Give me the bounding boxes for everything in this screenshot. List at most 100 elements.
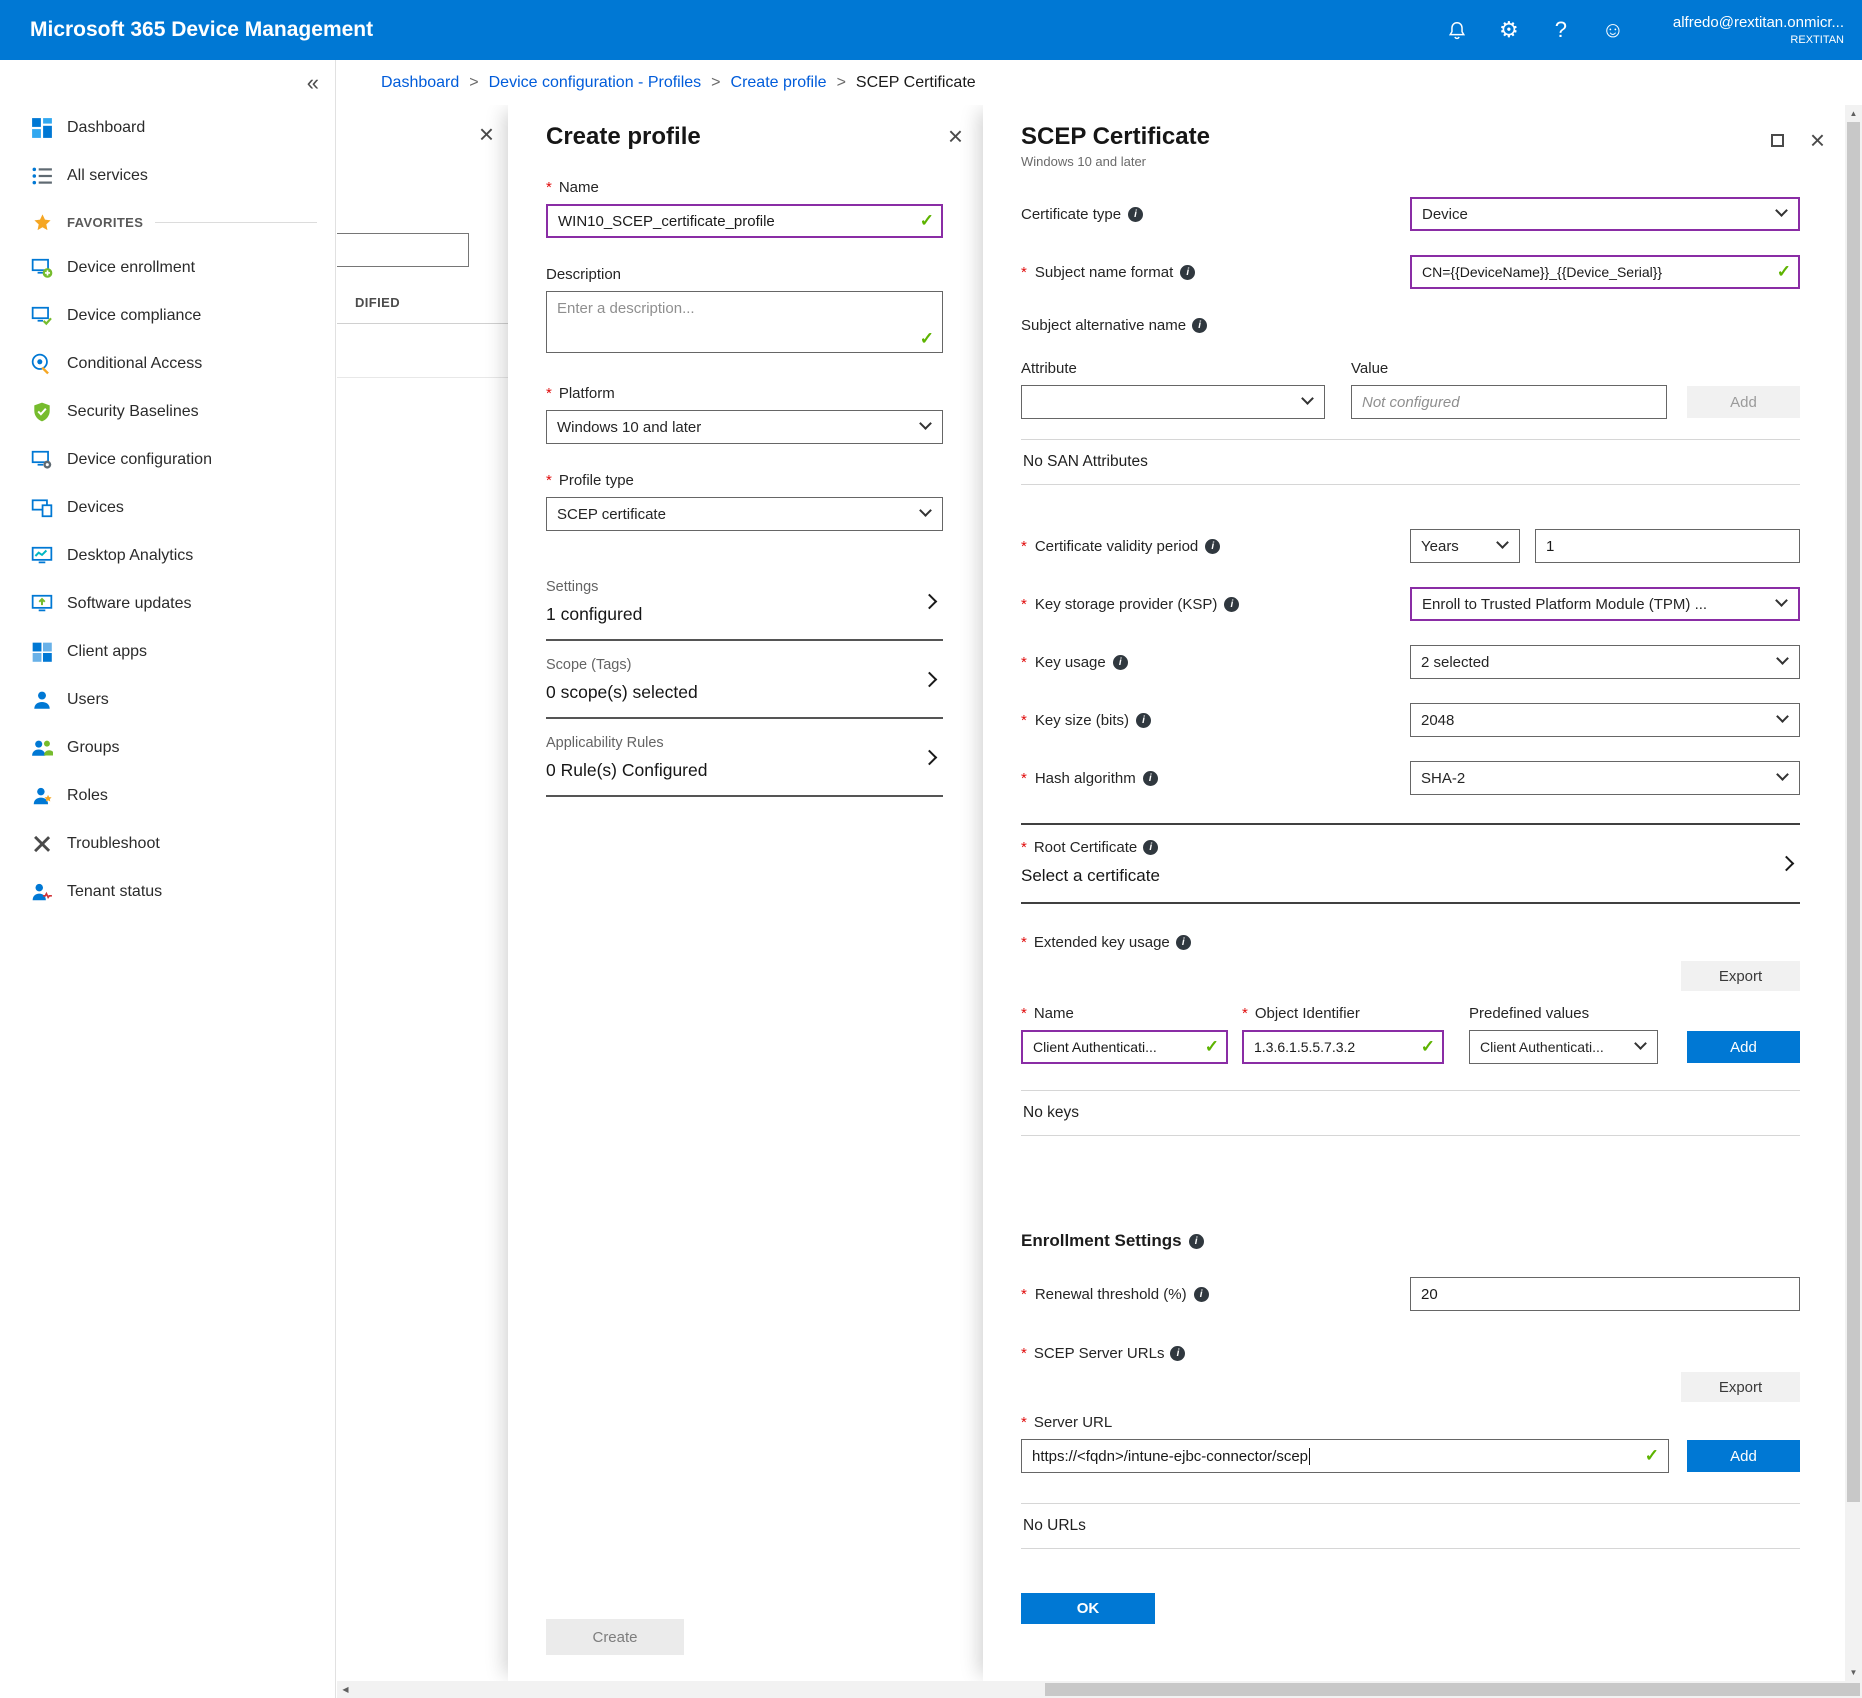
- required-asterisk: *: [1021, 934, 1027, 951]
- sidebar-item-label: Device enrollment: [67, 259, 195, 277]
- platform-select[interactable]: Windows 10 and later: [546, 410, 943, 444]
- key-usage-select[interactable]: 2 selected: [1410, 645, 1800, 679]
- sidebar-item-software-updates[interactable]: Software updates: [0, 580, 335, 628]
- applicability-rules-section[interactable]: Applicability Rules 0 Rule(s) Configured: [546, 723, 943, 797]
- sidebar-item-device-compliance[interactable]: Device compliance: [0, 292, 335, 340]
- notification-bell-icon[interactable]: [1431, 0, 1483, 60]
- create-profile-panel: Create profile × * Name ✓ Description ✓ …: [508, 105, 983, 1681]
- required-asterisk: *: [1021, 596, 1027, 613]
- sidebar-item-troubleshoot[interactable]: Troubleshoot: [0, 820, 335, 868]
- close-icon[interactable]: ×: [1810, 127, 1825, 153]
- profiles-search-input[interactable]: [337, 233, 469, 267]
- sidebar-item-desktop-analytics[interactable]: Desktop Analytics: [0, 532, 335, 580]
- server-url-input[interactable]: https://<fqdn>/intune-ejbc-connector/sce…: [1021, 1439, 1669, 1473]
- sidebar-item-tenant-status[interactable]: Tenant status: [0, 868, 335, 916]
- maximize-icon[interactable]: [1771, 134, 1784, 147]
- sidebar-item-device-enrollment[interactable]: Device enrollment: [0, 244, 335, 292]
- sidebar-item-label: Devices: [67, 499, 124, 517]
- san-attribute-select[interactable]: [1021, 385, 1325, 419]
- sidebar-item-devices[interactable]: Devices: [0, 484, 335, 532]
- scope-tags-section[interactable]: Scope (Tags) 0 scope(s) selected: [546, 645, 943, 719]
- close-icon[interactable]: ×: [479, 121, 494, 147]
- sidebar-item-roles[interactable]: Roles: [0, 772, 335, 820]
- ok-button[interactable]: OK: [1021, 1593, 1155, 1624]
- info-icon[interactable]: [1176, 935, 1191, 950]
- sidebar-item-conditional-access[interactable]: Conditional Access: [0, 340, 335, 388]
- horizontal-scrollbar[interactable]: ◀: [337, 1681, 1862, 1698]
- breadcrumb-create-profile[interactable]: Create profile: [731, 74, 827, 92]
- scroll-left-icon[interactable]: ◀: [337, 1681, 354, 1698]
- settings-section[interactable]: Settings 1 configured: [546, 567, 943, 641]
- ksp-select[interactable]: Enroll to Trusted Platform Module (TPM) …: [1410, 587, 1800, 621]
- account-menu[interactable]: alfredo@rextitan.onmicr... REXTITAN: [1673, 13, 1844, 47]
- close-icon[interactable]: ×: [948, 123, 963, 149]
- info-icon[interactable]: [1128, 207, 1143, 222]
- subject-name-format-input[interactable]: [1410, 255, 1800, 289]
- eku-add-button[interactable]: Add: [1687, 1031, 1800, 1063]
- sidebar-collapse-icon[interactable]: «: [307, 70, 319, 96]
- profile-type-select[interactable]: SCEP certificate: [546, 497, 943, 531]
- sidebar-item-dashboard[interactable]: Dashboard: [0, 104, 335, 152]
- certificate-type-select[interactable]: Device: [1410, 197, 1800, 231]
- info-icon[interactable]: [1143, 840, 1158, 855]
- san-add-button[interactable]: Add: [1687, 386, 1800, 418]
- info-icon[interactable]: [1192, 318, 1207, 333]
- sidebar-item-groups[interactable]: Groups: [0, 724, 335, 772]
- sidebar-item-label: Roles: [67, 787, 108, 805]
- validity-value-wrap: [1535, 529, 1800, 563]
- divider: [1021, 1135, 1800, 1136]
- sidebar-item-device-configuration[interactable]: Device configuration: [0, 436, 335, 484]
- eku-predefined-select[interactable]: Client Authenticati...: [1469, 1030, 1658, 1064]
- validity-unit-select[interactable]: Years: [1410, 529, 1520, 563]
- san-attribute-label: Attribute: [1021, 360, 1351, 377]
- device-configuration-icon: [30, 448, 54, 472]
- create-button[interactable]: Create: [546, 1619, 684, 1655]
- required-asterisk: *: [1021, 770, 1027, 787]
- info-icon[interactable]: [1113, 655, 1128, 670]
- info-icon[interactable]: [1205, 539, 1220, 554]
- eku-name-col-label: * Name: [1021, 1005, 1242, 1022]
- scroll-up-icon[interactable]: ▲: [1845, 105, 1862, 122]
- name-input[interactable]: [546, 204, 943, 238]
- sidebar-item-users[interactable]: Users: [0, 676, 335, 724]
- info-icon[interactable]: [1143, 771, 1158, 786]
- info-icon[interactable]: [1170, 1346, 1185, 1361]
- eku-oid-col-label: * Object Identifier: [1242, 1005, 1469, 1022]
- eku-name-input[interactable]: [1021, 1030, 1228, 1064]
- validity-value-input[interactable]: [1535, 529, 1800, 563]
- key-size-select[interactable]: 2048: [1410, 703, 1800, 737]
- breadcrumb-dashboard[interactable]: Dashboard: [381, 74, 459, 92]
- info-icon[interactable]: [1180, 265, 1195, 280]
- server-url-add-button[interactable]: Add: [1687, 1440, 1800, 1472]
- san-value-input[interactable]: [1351, 385, 1667, 419]
- help-icon[interactable]: ?: [1535, 0, 1587, 60]
- all-services-icon: [30, 164, 54, 188]
- feedback-smiley-icon[interactable]: ☺: [1587, 0, 1639, 60]
- urls-export-button[interactable]: Export: [1681, 1372, 1800, 1402]
- info-icon[interactable]: [1189, 1234, 1204, 1249]
- breadcrumb-device-configuration-profiles[interactable]: Device configuration - Profiles: [489, 74, 702, 92]
- roles-icon: [30, 784, 54, 808]
- root-certificate-section[interactable]: * Root Certificate Select a certificate: [1021, 825, 1800, 902]
- eku-oid-input[interactable]: [1242, 1030, 1444, 1064]
- breadcrumb: Dashboard > Device configuration - Profi…: [337, 60, 1862, 105]
- info-icon[interactable]: [1224, 597, 1239, 612]
- required-asterisk: *: [1021, 1345, 1027, 1362]
- sidebar-item-client-apps[interactable]: Client apps: [0, 628, 335, 676]
- description-input[interactable]: [546, 291, 943, 353]
- vertical-scrollbar-thumb[interactable]: [1847, 122, 1860, 1502]
- renewal-threshold-input[interactable]: [1410, 1277, 1800, 1311]
- horizontal-scrollbar-thumb[interactable]: [1045, 1683, 1860, 1696]
- sidebar-item-all-services[interactable]: All services: [0, 152, 335, 200]
- chevron-down-icon: [1301, 392, 1314, 405]
- scroll-down-icon[interactable]: ▼: [1845, 1664, 1862, 1681]
- eku-export-button[interactable]: Export: [1681, 961, 1800, 991]
- hash-algorithm-select[interactable]: SHA-2: [1410, 761, 1800, 795]
- platform-label: * Platform: [546, 385, 943, 402]
- settings-gear-icon[interactable]: ⚙: [1483, 0, 1535, 60]
- sidebar-item-security-baselines[interactable]: Security Baselines: [0, 388, 335, 436]
- info-icon[interactable]: [1136, 713, 1151, 728]
- vertical-scrollbar[interactable]: ▲ ▼: [1845, 105, 1862, 1681]
- info-icon[interactable]: [1194, 1287, 1209, 1302]
- server-url-label: * Server URL: [1021, 1414, 1800, 1431]
